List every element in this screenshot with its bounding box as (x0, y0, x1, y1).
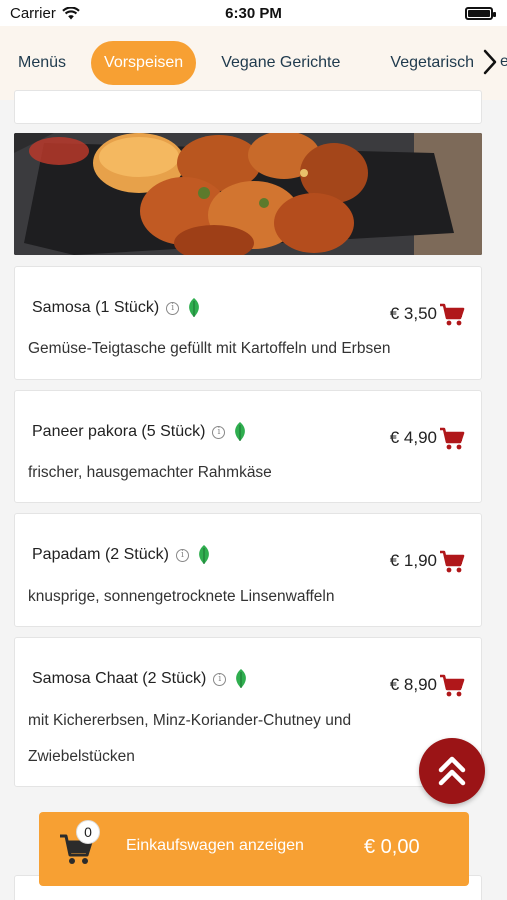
info-icon[interactable]: i (213, 672, 227, 686)
add-to-cart-icon[interactable] (439, 674, 465, 698)
leaf-icon (235, 422, 246, 441)
double-chevron-up-icon (438, 756, 466, 786)
cart-label: Einkaufswagen anzeigen (126, 837, 304, 854)
food-image (14, 133, 482, 255)
menu-item-title: Paneer pakora (5 Stück) i (32, 421, 248, 443)
cart-count-badge: 0 (76, 820, 100, 844)
add-to-cart-icon[interactable] (439, 427, 465, 451)
category-tabs: Menüs Vorspeisen Vegane Gerichte Vegetar… (0, 26, 507, 100)
tab-vegane-gerichte[interactable]: Vegane Gerichte (208, 41, 353, 85)
status-left: Carrier (10, 5, 80, 22)
tabs-next-button[interactable] (478, 40, 502, 84)
add-to-cart-icon[interactable] (439, 303, 465, 327)
menu-item-title: Samosa Chaat (2 Stück) i (32, 668, 249, 690)
menu-item-card[interactable]: Paneer pakora (5 Stück) i € 4,90 frische… (14, 390, 482, 503)
add-to-cart-icon[interactable] (439, 550, 465, 574)
scroll-to-top-button[interactable] (419, 738, 485, 804)
menu-item-price: € 4,90 (389, 428, 437, 447)
tab-overflow-text: e (500, 53, 507, 70)
category-image (14, 133, 482, 255)
menu-item-name: Papadam (2 Stück) (32, 546, 169, 563)
leaf-icon (199, 545, 209, 564)
menu-item-description: Gemüse-Teigtasche gefüllt mit Kartoffeln… (28, 340, 391, 357)
carrier-label: Carrier (10, 4, 56, 22)
chevron-right-icon (483, 49, 497, 75)
menu-item-card[interactable]: Samosa Chaat (2 Stück) i € 8,90 mit Kich… (14, 637, 482, 787)
menu-item-card[interactable]: Papadam (2 Stück) i € 1,90 knusprige, so… (14, 513, 482, 627)
menu-item-card[interactable]: Samosa (1 Stück) i € 3,50 Gemüse-Teigtas… (14, 266, 482, 380)
info-icon[interactable]: i (166, 301, 180, 315)
status-bar: Carrier 6:30 PM (0, 0, 507, 26)
view-cart-button[interactable]: 0 Einkaufswagen anzeigen € 0,00 (39, 812, 469, 886)
info-icon[interactable]: i (212, 425, 226, 439)
description-line: Zwiebelstücken (28, 748, 135, 765)
tab-menus[interactable]: Menüs (18, 41, 79, 85)
menu-item-title: Samosa (1 Stück) i (32, 297, 202, 319)
tab-vorspeisen[interactable]: Vorspeisen (91, 41, 197, 85)
menu-item-description: knusprige, sonnengetrocknete Linsenwaffe… (28, 588, 335, 605)
menu-item-name: Samosa (1 Stück) (32, 299, 160, 316)
info-icon[interactable]: i (175, 548, 189, 562)
menu-item-title: Papadam (2 Stück) i (32, 544, 212, 566)
tab-vegetarisch[interactable]: Vegetarisch (377, 41, 487, 85)
menu-item-price: € 8,90 (389, 675, 437, 694)
menu-item-description: frischer, hausgemachter Rahmkäse (28, 464, 272, 481)
wifi-icon (62, 6, 80, 19)
menu-item-price: € 3,50 (389, 304, 437, 323)
leaf-icon (189, 298, 200, 317)
menu-item-name: Samosa Chaat (2 Stück) (32, 670, 207, 687)
menu-item-description: mit Kichererbsen, Minz-Koriander-Chutney… (28, 703, 461, 775)
battery-icon (465, 6, 496, 20)
leaf-icon (236, 669, 247, 688)
description-line: mit Kichererbsen, Minz-Koriander-Chutney… (28, 712, 352, 729)
menu-item-name: Paneer pakora (5 Stück) (32, 423, 206, 440)
cart-total: € 0,00 (364, 836, 420, 858)
menu-item-price: € 1,90 (389, 551, 437, 570)
previous-card (14, 90, 482, 124)
